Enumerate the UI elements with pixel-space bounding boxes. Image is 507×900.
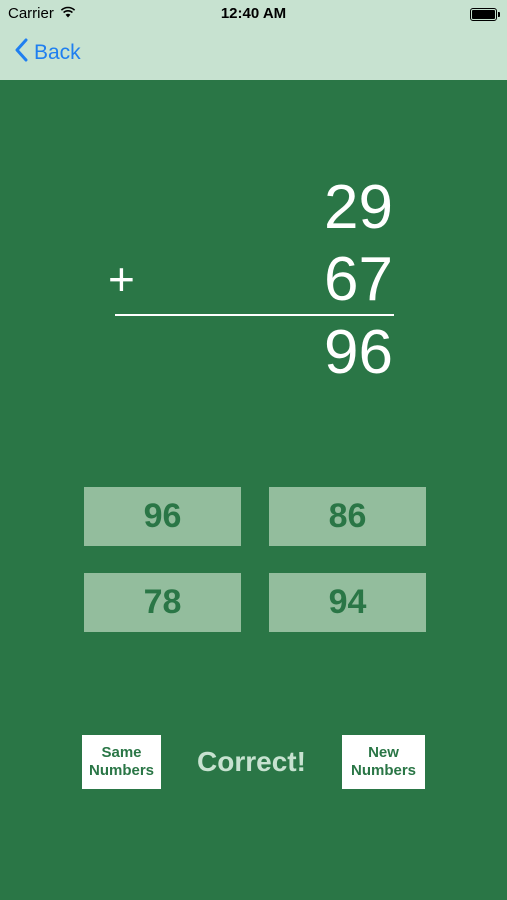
same-numbers-line2: Numbers xyxy=(88,762,155,779)
sum-divider-line xyxy=(115,314,394,316)
operand-bottom: 67 xyxy=(324,245,393,314)
battery-nub xyxy=(498,12,500,17)
answer-choice-button[interactable]: 78 xyxy=(84,573,241,632)
new-numbers-line1: New xyxy=(368,744,399,761)
battery-icon xyxy=(470,8,500,21)
answer-choice-button[interactable]: 96 xyxy=(84,487,241,546)
answer-display: 96 xyxy=(324,318,393,387)
answer-choice-button[interactable]: 94 xyxy=(269,573,426,632)
new-numbers-line2: Numbers xyxy=(350,762,417,779)
same-numbers-label: Same Numbers xyxy=(89,744,154,780)
same-numbers-line1: Same xyxy=(101,744,142,761)
answer-choice-button[interactable]: 86 xyxy=(269,487,426,546)
chevron-left-icon xyxy=(14,38,28,68)
same-numbers-button[interactable]: Same Numbers xyxy=(82,735,161,789)
new-numbers-label: New Numbers xyxy=(351,744,416,780)
back-label: Back xyxy=(34,41,81,64)
addition-problem: 29 + 67 96 xyxy=(0,80,507,400)
new-numbers-button[interactable]: New Numbers xyxy=(342,735,425,789)
operand-top: 29 xyxy=(324,173,393,242)
status-bar: Carrier 12:40 AM xyxy=(0,0,507,28)
back-button[interactable]: Back xyxy=(14,37,81,69)
navigation-bar: Back xyxy=(0,28,507,80)
operator-symbol: + xyxy=(108,253,135,305)
result-message: Correct! xyxy=(197,746,306,777)
status-time: 12:40 AM xyxy=(220,5,287,22)
battery-fill xyxy=(472,10,495,19)
